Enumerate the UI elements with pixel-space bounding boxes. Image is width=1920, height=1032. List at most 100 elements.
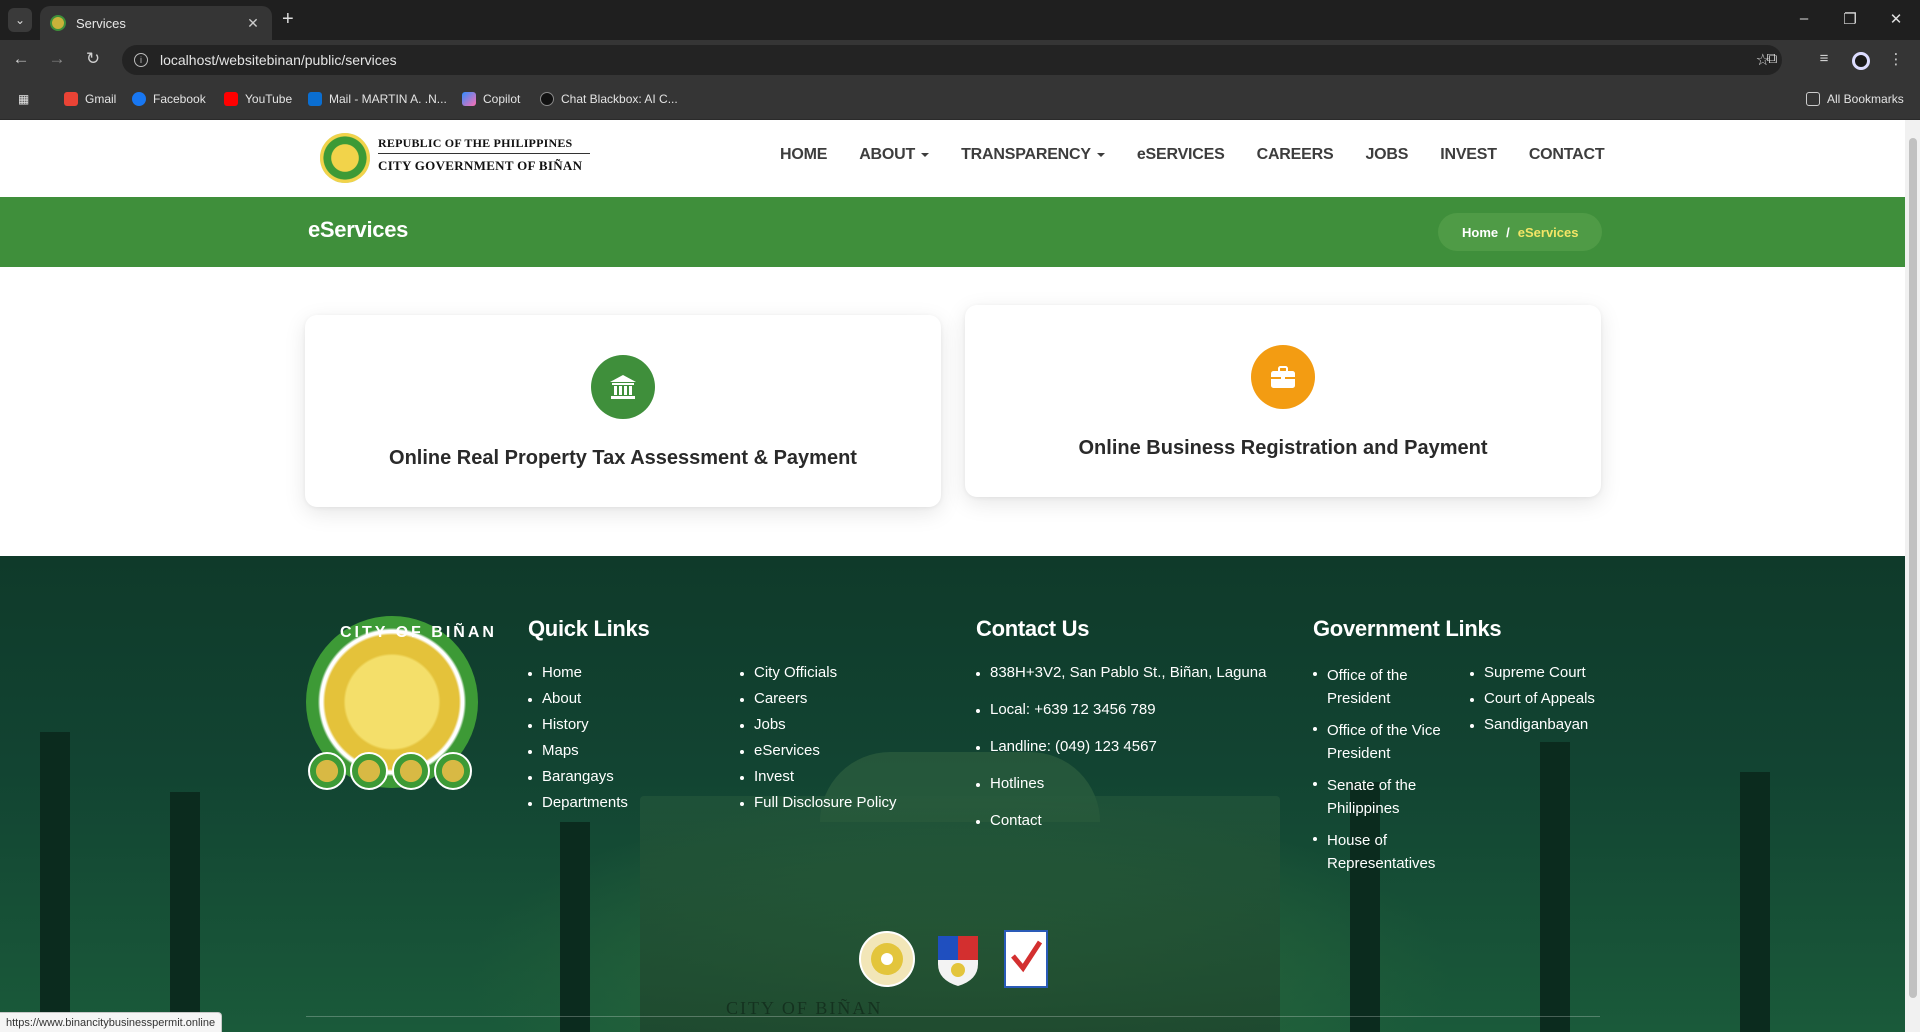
footer-link[interactable]: History <box>528 716 628 733</box>
footer-link[interactable]: House of Representatives <box>1313 829 1443 875</box>
bookmark-facebook[interactable]: Facebook <box>132 92 206 106</box>
logo-divider <box>378 153 590 154</box>
nav-about[interactable]: ABOUT <box>859 146 930 164</box>
address-bar[interactable]: i localhost/websitebinan/public/services… <box>122 45 1782 75</box>
all-bookmarks[interactable]: All Bookmarks <box>1806 92 1904 106</box>
contact-link[interactable]: Contact <box>976 812 1266 829</box>
nav-transparency[interactable]: TRANSPARENCY <box>961 146 1105 164</box>
nav-home[interactable]: HOME <box>780 146 827 164</box>
footer-bg-tree <box>560 822 590 1032</box>
site-header: REPUBLIC OF THE PHILIPPINES CITY GOVERNM… <box>0 120 1905 197</box>
hotlines-link[interactable]: Hotlines <box>976 775 1266 792</box>
browser-toolbar: ← → ↻ i localhost/websitebinan/public/se… <box>0 40 1920 80</box>
footer-bg-tree <box>170 792 200 1032</box>
contact-local: Local: +639 12 3456 789 <box>976 701 1266 718</box>
seal-badge-icon <box>434 752 472 790</box>
footer-bg-tree <box>1540 742 1570 1032</box>
bookmark-mail[interactable]: Mail - MARTIN A. .N... <box>308 92 447 106</box>
footer-link[interactable]: Careers <box>740 690 897 707</box>
reload-icon[interactable]: ↻ <box>82 49 104 69</box>
media-control-icon[interactable]: ≡ <box>1814 50 1834 67</box>
city-seal-logo[interactable] <box>320 133 370 183</box>
nav-eservices[interactable]: eSERVICES <box>1137 146 1225 164</box>
breadcrumb: Home / eServices <box>1438 213 1603 251</box>
forward-icon[interactable]: → <box>46 49 68 69</box>
footer-link[interactable]: eServices <box>740 742 897 759</box>
status-bar-url: https://www.binancitybusinesspermit.onli… <box>0 1012 223 1032</box>
footer-link[interactable]: About <box>528 690 628 707</box>
extensions-icon[interactable]: ⧉ <box>1762 50 1782 67</box>
philippine-seal-logo <box>932 930 984 988</box>
bookmark-youtube[interactable]: YouTube <box>224 92 292 106</box>
chevron-down-icon <box>1096 152 1105 157</box>
bookmark-copilot[interactable]: Copilot <box>462 92 520 106</box>
close-tab-icon[interactable]: ✕ <box>244 15 262 32</box>
footer-link[interactable]: Invest <box>740 768 897 785</box>
nav-invest[interactable]: INVEST <box>1440 146 1497 164</box>
tab-search-icon[interactable]: ⌄ <box>8 8 32 32</box>
seal-text: CITY OF BIÑAN <box>340 624 497 641</box>
page-banner: eServices Home / eServices <box>0 197 1905 267</box>
page-title: eServices <box>308 217 409 242</box>
footer-link[interactable]: Office of the Vice President <box>1313 719 1443 765</box>
footer-link[interactable]: Barangays <box>528 768 628 785</box>
restore-icon[interactable]: ❐ <box>1840 10 1860 28</box>
gmail-icon <box>64 92 78 106</box>
service-card-property-tax[interactable]: Online Real Property Tax Assessment & Pa… <box>305 315 941 507</box>
nav-contact[interactable]: CONTACT <box>1529 146 1605 164</box>
bookmark-gmail[interactable]: Gmail <box>64 92 116 106</box>
nav-careers[interactable]: CAREERS <box>1257 146 1334 164</box>
breadcrumb-home[interactable]: Home <box>1462 225 1498 240</box>
seal-badge-icon <box>392 752 430 790</box>
footer-link[interactable]: Home <box>528 664 628 681</box>
page-scrollbar[interactable] <box>1905 120 1920 1032</box>
seal-badge-icon <box>308 752 346 790</box>
contact-landline: Landline: (049) 123 4567 <box>976 738 1266 755</box>
new-tab-icon[interactable]: + <box>282 9 294 29</box>
folder-icon <box>1806 92 1820 106</box>
bookmark-blackbox[interactable]: Chat Blackbox: AI C... <box>540 92 678 106</box>
footer-link[interactable]: Jobs <box>740 716 897 733</box>
back-icon[interactable]: ← <box>10 49 32 69</box>
footer-link[interactable]: Office of the President <box>1313 664 1443 710</box>
footer-link[interactable]: Full Disclosure Policy <box>740 794 897 811</box>
main-nav: HOME ABOUT TRANSPARENCY eSERVICES CAREER… <box>780 146 1605 164</box>
iso-certified-logo <box>1004 930 1056 988</box>
transparency-seal-logo <box>858 930 915 988</box>
quick-links-heading: Quick Links <box>528 616 650 641</box>
scrollbar-thumb[interactable] <box>1909 138 1917 998</box>
site-info-icon[interactable]: i <box>134 53 148 67</box>
briefcase-icon <box>1251 345 1315 409</box>
nav-jobs[interactable]: JOBS <box>1365 146 1408 164</box>
footer-link[interactable]: Court of Appeals <box>1470 690 1595 707</box>
footer-link[interactable]: Supreme Court <box>1470 664 1595 681</box>
bookmarks-bar: ▦ Gmail Facebook YouTube Mail - MARTIN A… <box>0 80 1920 120</box>
bank-icon <box>591 355 655 419</box>
profile-avatar-icon[interactable] <box>1852 52 1870 70</box>
site-favicon-icon <box>50 15 66 31</box>
apps-grid-icon[interactable]: ▦ <box>18 92 29 106</box>
webpage: REPUBLIC OF THE PHILIPPINES CITY GOVERNM… <box>0 120 1905 1032</box>
footer-link[interactable]: Senate of the Philippines <box>1313 774 1443 820</box>
contact-address: 838H+3V2, San Pablo St., Biñan, Laguna <box>976 664 1266 681</box>
outlook-icon <box>308 92 322 106</box>
address-url: localhost/websitebinan/public/services <box>160 52 397 68</box>
menu-icon[interactable]: ⋮ <box>1886 50 1906 68</box>
footer-link[interactable]: Maps <box>528 742 628 759</box>
service-card-title: Online Real Property Tax Assessment & Pa… <box>389 447 857 469</box>
footer-divider <box>306 1016 1600 1017</box>
footer-link[interactable]: Departments <box>528 794 628 811</box>
service-card-business-registration[interactable]: Online Business Registration and Payment <box>965 305 1601 497</box>
footer-bg-tree <box>1740 772 1770 1032</box>
minimize-icon[interactable]: – <box>1794 10 1814 27</box>
footer-link[interactable]: Sandiganbayan <box>1470 716 1595 733</box>
footer-bg-tree <box>40 732 70 1032</box>
browser-tab[interactable]: Services ✕ <box>40 6 272 40</box>
footer-link[interactable]: City Officials <box>740 664 897 681</box>
close-window-icon[interactable]: ✕ <box>1886 10 1906 28</box>
contact-list: 838H+3V2, San Pablo St., Biñan, Laguna L… <box>976 664 1266 829</box>
chevron-down-icon <box>921 152 930 157</box>
government-links-heading: Government Links <box>1313 616 1502 641</box>
contact-heading: Contact Us <box>976 616 1090 641</box>
copilot-icon <box>462 92 476 106</box>
